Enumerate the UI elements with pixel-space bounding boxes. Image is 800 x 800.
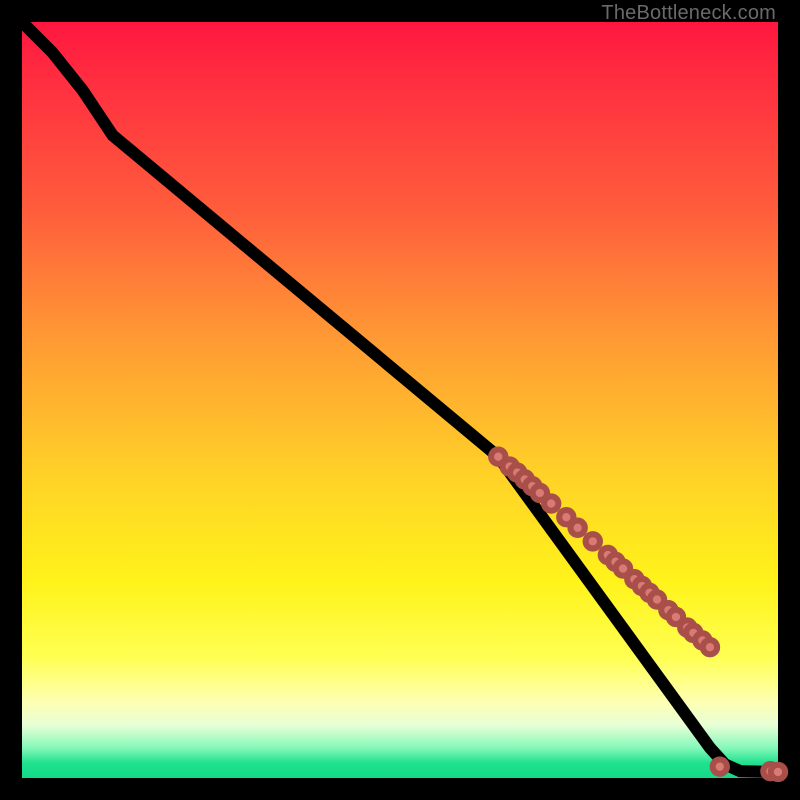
chart-frame: TheBottleneck.com xyxy=(0,0,800,800)
attribution-text: TheBottleneck.com xyxy=(601,2,776,25)
data-point xyxy=(703,640,717,654)
data-markers xyxy=(491,450,785,780)
data-point xyxy=(570,521,584,535)
data-point xyxy=(713,759,727,773)
bottleneck-curve xyxy=(22,22,778,772)
chart-overlay xyxy=(22,22,778,778)
data-point xyxy=(586,534,600,548)
data-point xyxy=(771,765,785,779)
data-point xyxy=(544,496,558,510)
